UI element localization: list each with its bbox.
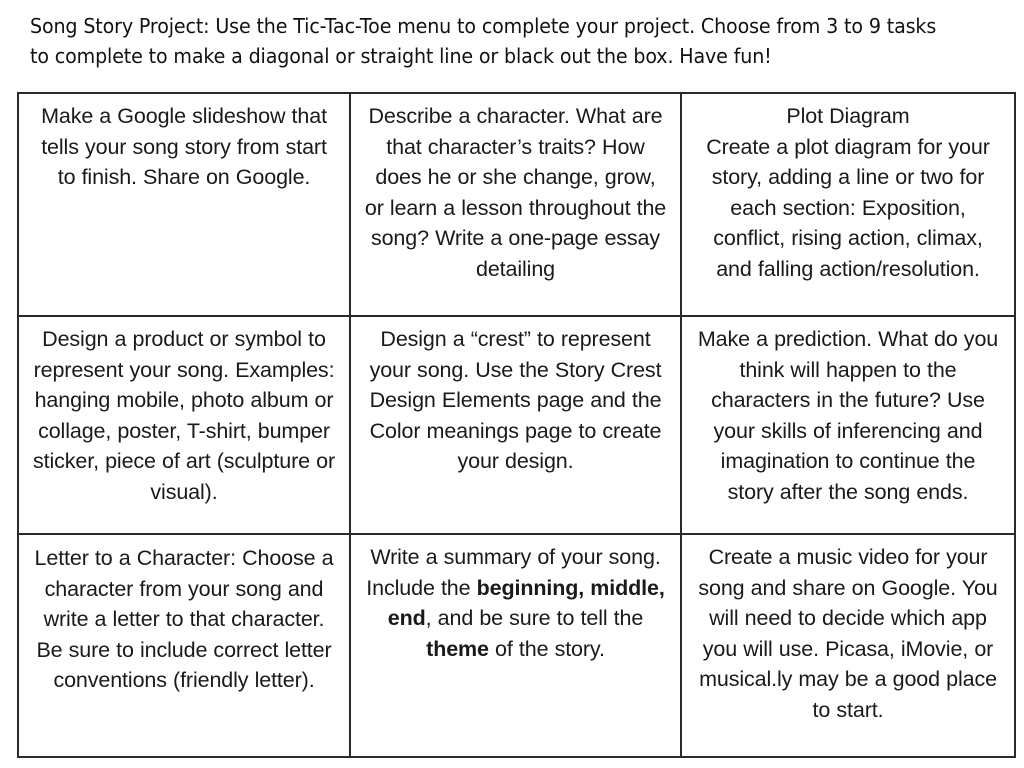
task-text: Make a Google slideshow that tells your … — [41, 104, 327, 189]
task-text: Plot Diagram Create a plot diagram for yo… — [682, 94, 1014, 284]
task-cell-r2c1[interactable]: Design a product or symbol to represent … — [17, 315, 351, 535]
task-text: Describe a character. What are that char… — [364, 104, 667, 281]
task-cell-r1c1[interactable]: Make a Google slideshow that tells your … — [17, 92, 351, 317]
page-title: Song Story Project: Use the Tic-Tac-Toe … — [30, 11, 937, 71]
table-row: Design a product or symbol to represent … — [17, 315, 1016, 535]
table-row: Make a Google slideshow that tells your … — [17, 92, 1016, 317]
task-cell-r3c3[interactable]: Create a music video for your song and s… — [680, 533, 1016, 758]
table-row: Letter to a Character: Choose a characte… — [17, 533, 1016, 758]
task-cell-r1c3[interactable]: Plot Diagram Create a plot diagram for yo… — [680, 92, 1016, 317]
task-text: Letter to a Character: Choose a characte… — [34, 546, 334, 692]
slide-canvas: Song Story Project: Use the Tic-Tac-Toe … — [0, 0, 1024, 768]
task-cell-r1c2[interactable]: Describe a character. What are that char… — [349, 92, 682, 317]
task-text: Write a summary of your song. Include th… — [351, 535, 680, 664]
task-heading: Plot Diagram — [786, 104, 910, 128]
task-text-bold-2: theme — [426, 636, 489, 661]
task-cell-r2c2[interactable]: Design a “crest” to represent your song.… — [349, 315, 682, 535]
task-text: Make a prediction. What do you think wil… — [697, 327, 999, 504]
task-text-part-2: , and be sure to tell the — [425, 606, 644, 630]
tic-tac-toe-menu-table: Make a Google slideshow that tells your … — [17, 92, 1016, 758]
task-text-part-3: of the story. — [488, 636, 605, 661]
task-body: Create a plot diagram for your story, ad… — [706, 134, 990, 281]
task-text: Create a music video for your song and s… — [698, 545, 998, 722]
task-cell-r3c1[interactable]: Letter to a Character: Choose a characte… — [17, 533, 351, 758]
task-text: Design a “crest” to represent your song.… — [369, 327, 662, 473]
task-cell-r2c3[interactable]: Make a prediction. What do you think wil… — [680, 315, 1016, 535]
page-title-line-1: Song Story Project: Use the Tic-Tac-Toe … — [30, 14, 863, 38]
task-text: Design a product or symbol to represent … — [32, 327, 335, 504]
task-cell-r3c2[interactable]: Write a summary of your song. Include th… — [349, 533, 682, 758]
